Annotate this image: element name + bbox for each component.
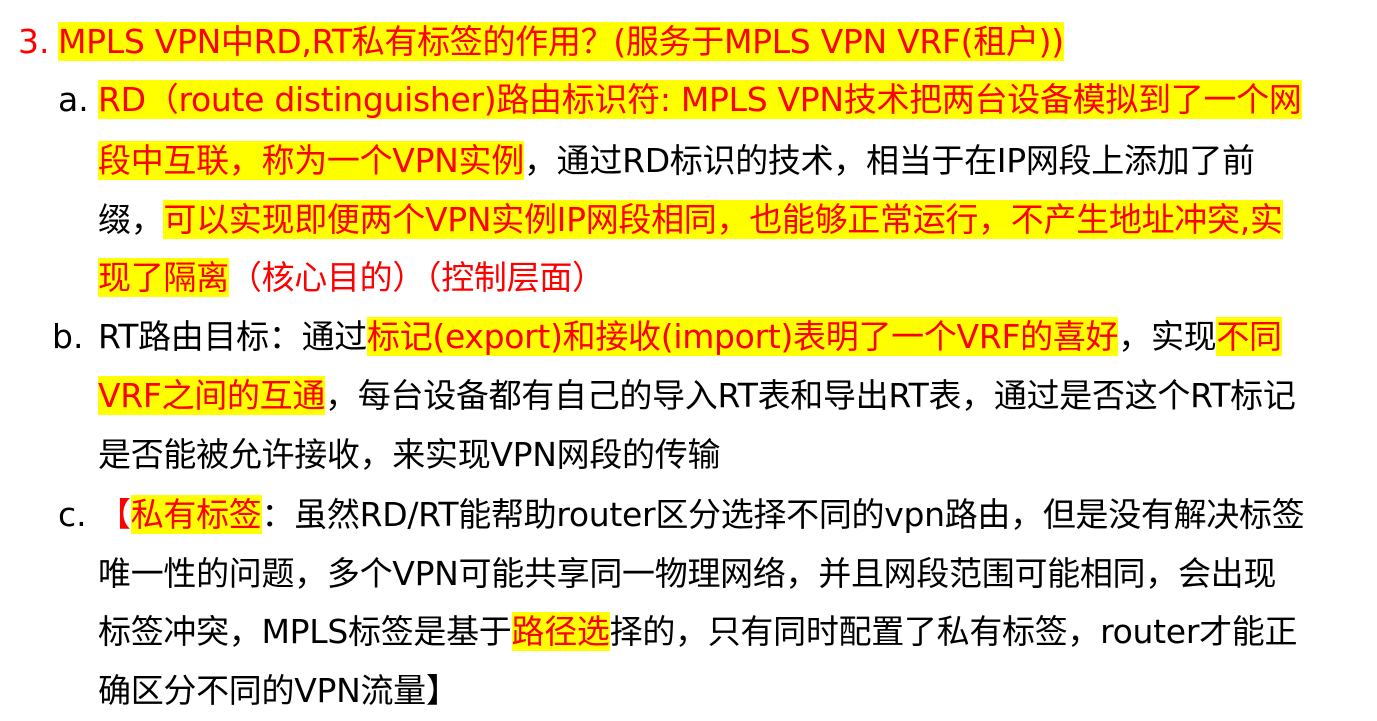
item-a-line-1-seg-1: RD（route distinguisher)路由标识符: MPLS VPN技术… — [98, 80, 1302, 119]
item-3-marker: 3. — [18, 22, 50, 61]
item-c-line-3-seg-3: 择的，只有同时配置了私有标签，router才能正 — [609, 612, 1298, 651]
item-b-line-1-seg-1: RT路由目标：通过 — [98, 317, 367, 356]
item-a-line-3: 缀，可以实现即便两个VPN实例IP网段相同，也能够正常运行，不产生地址冲突,实 — [98, 195, 1283, 245]
item-a-line-2-seg-2: ，通过RD标识的技术，相当于在IP网段上添加了前 — [523, 141, 1255, 180]
item-a-line-3-seg-1: 缀， — [98, 200, 164, 239]
item-b-line-2-seg-1: VRF之间的互通 — [98, 376, 326, 415]
item-a-line-1: RD（route distinguisher)路由标识符: MPLS VPN技术… — [98, 75, 1302, 125]
item-c-line-2-seg-1: 唯一性的问题，多个VPN可能共享同一物理网络，并且网段范围可能相同，会出现 — [98, 554, 1277, 593]
item-3-title-text: MPLS VPN中RD,RT私有标签的作用？(服务于MPLS VPN VRF(租… — [58, 22, 1064, 61]
item-a-line-4-seg-2: （核心目的）（控制层面） — [228, 258, 605, 297]
item-c-line-1-seg-2: 私有标签 — [130, 495, 262, 534]
item-c-line-4-seg-1: 确区分不同的VPN流量】 — [98, 671, 459, 710]
item-b-line-2-seg-2: ，每台设备都有自己的导入RT表和导出RT表，通过是否这个RT标记 — [325, 376, 1296, 415]
item-a-line-3-seg-2: 可以实现即便两个VPN实例IP网段相同，也能够正常运行，不产生地址冲突,实 — [163, 200, 1283, 239]
item-c-line-2: 唯一性的问题，多个VPN可能共享同一物理网络，并且网段范围可能相同，会出现 — [98, 549, 1276, 599]
item-b-line-2: VRF之间的互通，每台设备都有自己的导入RT表和导出RT表，通过是否这个RT标记 — [98, 371, 1296, 421]
item-b-line-3: 是否能被允许接收，来实现VPN网段的传输 — [98, 430, 720, 480]
item-a-line-4: 现了隔离（核心目的）（控制层面） — [98, 253, 605, 303]
item-c-line-3: 标签冲突，MPLS标签是基于路径选择的，只有同时配置了私有标签，router才能… — [98, 607, 1297, 657]
document-page: 3. MPLS VPN中RD,RT私有标签的作用？(服务于MPLS VPN VR… — [0, 0, 1377, 721]
item-c-line-3-seg-1: 标签冲突，MPLS标签是基于 — [98, 612, 512, 651]
item-3-title: MPLS VPN中RD,RT私有标签的作用？(服务于MPLS VPN VRF(租… — [58, 17, 1064, 67]
item-c-line-1-seg-1: 【 — [98, 495, 131, 534]
item-c-line-4: 确区分不同的VPN流量】 — [98, 666, 459, 716]
item-c-line-1: 【私有标签：虽然RD/RT能帮助router区分选择不同的vpn路由，但是没有解… — [98, 490, 1305, 540]
item-b-marker: b. — [52, 317, 84, 356]
item-b-line-1-seg-2: 标记(export)和接收(import)表明了一个VRF的喜好 — [367, 317, 1119, 356]
item-a-line-4-seg-1: 现了隔离 — [98, 258, 229, 297]
item-a-line-2-seg-1: 段中互联，称为一个VPN实例 — [98, 141, 524, 180]
item-b-line-1: RT路由目标：通过标记(export)和接收(import)表明了一个VRF的喜… — [98, 312, 1282, 362]
item-b-line-3-seg-1: 是否能被允许接收，来实现VPN网段的传输 — [98, 435, 721, 474]
item-c-line-3-seg-2: 路径选 — [511, 612, 610, 651]
item-c-marker: c. — [58, 495, 87, 534]
item-a-line-2: 段中互联，称为一个VPN实例，通过RD标识的技术，相当于在IP网段上添加了前 — [98, 136, 1255, 186]
item-b-line-1-seg-4: 不同 — [1216, 317, 1282, 356]
item-c-line-1-seg-3: ：虽然RD/RT能帮助router区分选择不同的vpn路由，但是没有解决标签 — [261, 495, 1305, 534]
item-a-marker: a. — [58, 80, 89, 119]
item-b-line-1-seg-3: ，实现 — [1118, 317, 1217, 356]
